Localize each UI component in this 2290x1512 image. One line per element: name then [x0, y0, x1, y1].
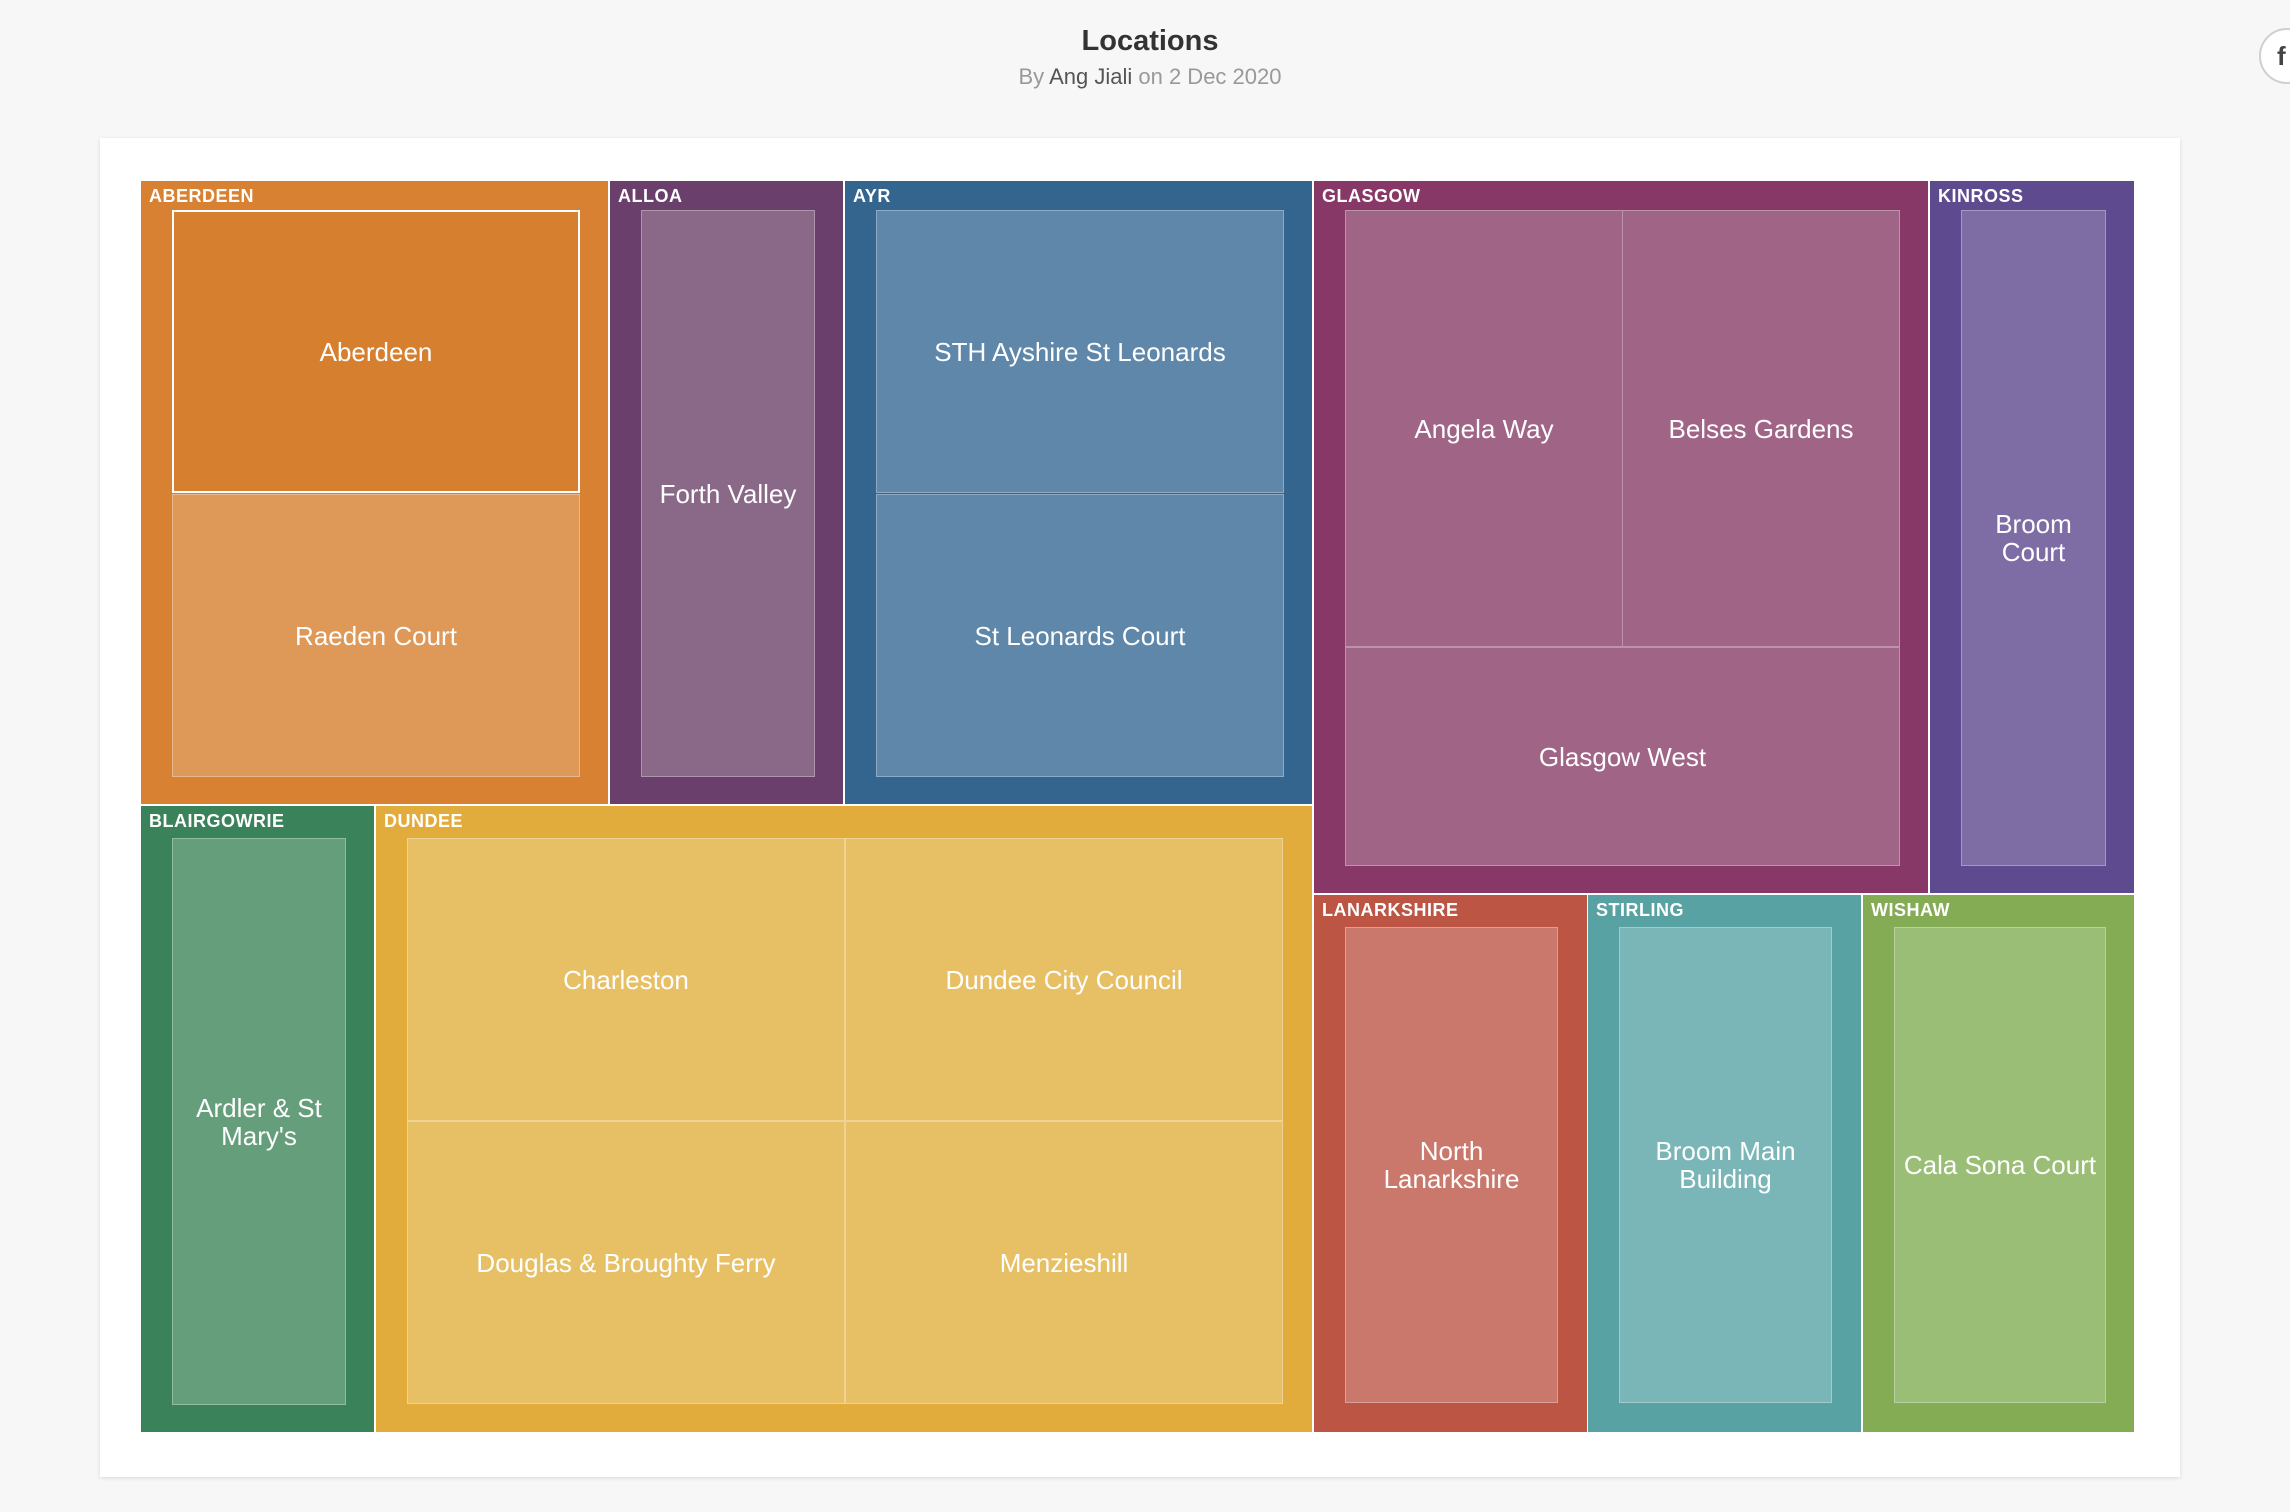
treemap-leaf[interactable]: Forth Valley: [641, 210, 815, 777]
treemap-leaf-label: Raeden Court: [295, 620, 457, 651]
treemap-leaf[interactable]: Glasgow West: [1345, 647, 1900, 866]
treemap-leaf[interactable]: Charleston: [407, 838, 845, 1121]
treemap-leaf-label: St Leonards Court: [974, 620, 1186, 651]
treemap-group-label: GLASGOW: [1322, 186, 1421, 206]
byline-prefix: By: [1018, 64, 1045, 89]
treemap-leaf[interactable]: STH Ayshire St Leonards: [876, 210, 1284, 493]
treemap-leaf-label: Douglas & Broughty Ferry: [476, 1247, 776, 1278]
author-link[interactable]: Ang Jiali: [1049, 64, 1132, 89]
treemap-leaf-label: Glasgow West: [1538, 741, 1707, 772]
treemap-leaf[interactable]: Broom Court: [1961, 210, 2106, 866]
treemap-leaf[interactable]: St Leonards Court: [876, 494, 1284, 777]
facebook-icon: f: [2277, 40, 2286, 71]
treemap-leaf-label: Broom Court: [1995, 509, 2072, 567]
treemap: ABERDEEN Aberdeen Raeden Court ALLOA Forth V…: [140, 180, 2135, 1433]
treemap-group[interactable]: GLASGOW Angela Way Belses Gardens Glasgow W…: [1313, 180, 1929, 894]
treemap-group[interactable]: DUNDEE Charleston Dundee City Council Dougl…: [375, 805, 1313, 1433]
chart-header: Locations By Ang Jiali on 2 Dec 2020: [0, 20, 2290, 92]
treemap-leaf-label: STH Ayshire St Leonards: [934, 336, 1226, 367]
treemap-group[interactable]: ALLOA Forth Valley: [609, 180, 844, 805]
treemap-leaf[interactable]: Aberdeen: [172, 210, 580, 493]
treemap-leaf-label: Menzieshill: [999, 1247, 1129, 1278]
treemap-leaf[interactable]: Menzieshill: [845, 1121, 1283, 1404]
treemap-group-label: LANARKSHIRE: [1322, 900, 1459, 920]
treemap-leaf-label: Dundee City Council: [945, 964, 1183, 995]
treemap-leaf[interactable]: Belses Gardens: [1622, 210, 1900, 647]
byline-date: on 2 Dec 2020: [1138, 64, 1282, 89]
treemap-leaf[interactable]: Angela Way: [1345, 210, 1623, 647]
treemap-group-label: ALLOA: [618, 186, 683, 206]
treemap-group-label: BLAIRGOWRIE: [149, 811, 285, 831]
treemap-leaf[interactable]: Broom Main Building: [1619, 927, 1832, 1403]
treemap-leaf[interactable]: Ardler & St Mary's: [172, 838, 346, 1405]
treemap-leaf-label: Cala Sona Court: [1903, 1150, 2097, 1180]
treemap-group-label: AYR: [853, 186, 891, 206]
treemap-group[interactable]: LANARKSHIRE North Lanarkshire: [1313, 894, 1588, 1433]
treemap-leaf-label: Broom Main Building: [1655, 1136, 1796, 1194]
treemap-leaf-label: Charleston: [563, 964, 689, 995]
treemap-group-label: WISHAW: [1871, 900, 1950, 920]
treemap-group-label: DUNDEE: [384, 811, 464, 831]
byline: By Ang Jiali on 2 Dec 2020: [0, 62, 2290, 92]
treemap-leaf[interactable]: Cala Sona Court: [1894, 927, 2106, 1403]
treemap-leaf[interactable]: North Lanarkshire: [1345, 927, 1558, 1403]
treemap-leaf[interactable]: Raeden Court: [172, 494, 580, 777]
treemap-group[interactable]: KINROSS Broom Court: [1929, 180, 2135, 894]
treemap-group[interactable]: ABERDEEN Aberdeen Raeden Court: [140, 180, 609, 805]
treemap-group[interactable]: WISHAW Cala Sona Court: [1862, 894, 2135, 1433]
chart-title: Locations: [1081, 25, 1219, 57]
treemap-leaf-label: North Lanarkshire: [1383, 1136, 1520, 1194]
treemap-leaf[interactable]: Douglas & Broughty Ferry: [407, 1121, 845, 1404]
treemap-group[interactable]: STIRLING Broom Main Building: [1587, 894, 1862, 1433]
treemap-group[interactable]: AYR STH Ayshire St Leonards St Leonards Co…: [844, 180, 1313, 805]
treemap-leaf-label: Forth Valley: [659, 478, 797, 509]
treemap-group[interactable]: BLAIRGOWRIE Ardler & St Mary's: [140, 805, 375, 1433]
treemap-leaf[interactable]: Dundee City Council: [845, 838, 1283, 1121]
treemap-group-label: STIRLING: [1596, 900, 1684, 920]
treemap-group-label: ABERDEEN: [149, 186, 255, 206]
treemap-leaf-label: Ardler & St Mary's: [196, 1092, 322, 1151]
treemap-leaf-label: Aberdeen: [319, 336, 433, 367]
treemap-leaf-label: Angela Way: [1414, 413, 1554, 444]
treemap-leaf-label: Belses Gardens: [1668, 413, 1854, 444]
treemap-group-label: KINROSS: [1938, 186, 2024, 206]
